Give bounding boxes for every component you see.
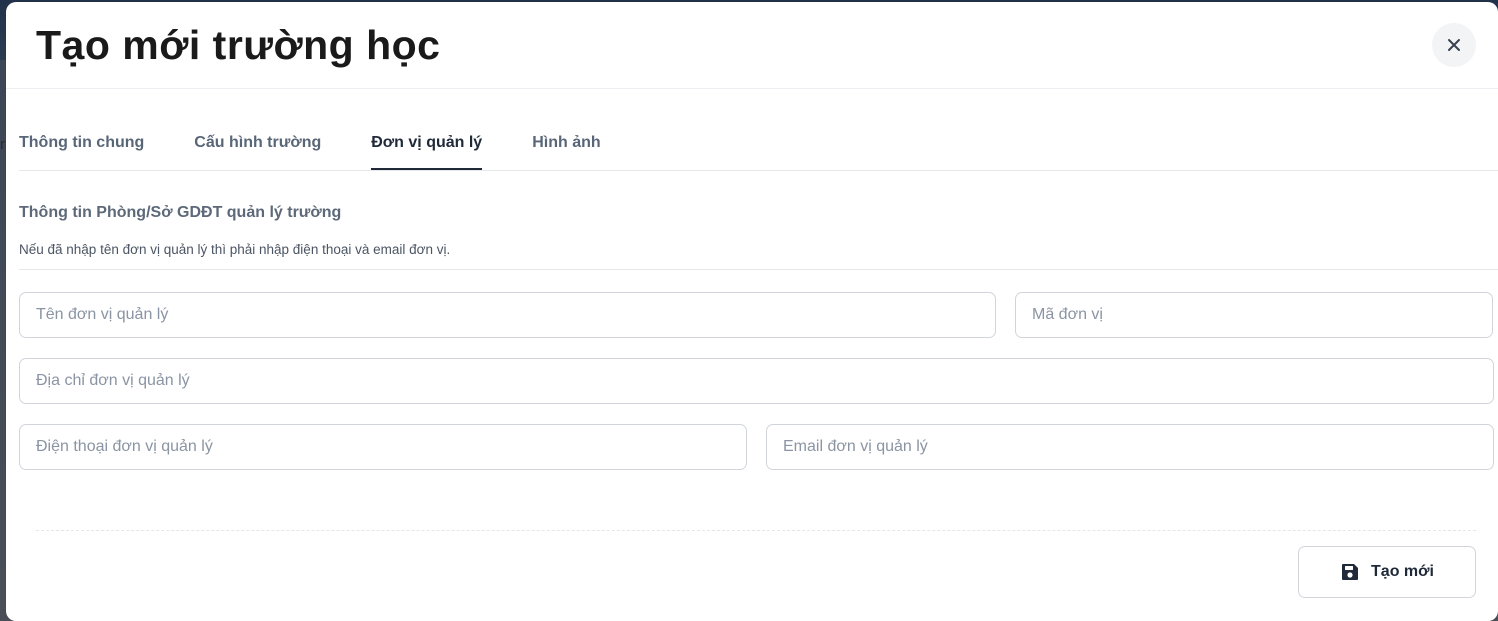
create-button[interactable]: Tạo mới [1298, 546, 1476, 598]
section-title: Thông tin Phòng/Sở GDĐT quản lý trường [19, 204, 342, 221]
unit-phone-input[interactable] [19, 424, 747, 470]
unit-code-input[interactable] [1015, 292, 1493, 338]
tab-images[interactable]: Hình ảnh [532, 126, 600, 170]
section-description: Nếu đã nhập tên đơn vị quản lý thì phải … [19, 242, 451, 257]
tab-school-config[interactable]: Cấu hình trường [194, 126, 321, 170]
section-divider [19, 269, 1498, 270]
modal-title: Tạo mới trường học [36, 22, 441, 68]
tab-bar: Thông tin chung Cấu hình trường Đơn vị q… [19, 126, 1498, 171]
background-text-fragment: r [0, 136, 5, 153]
tab-managing-unit[interactable]: Đơn vị quản lý [371, 126, 483, 170]
close-button[interactable] [1432, 23, 1476, 67]
unit-address-input[interactable] [19, 358, 1494, 404]
create-school-modal: Tạo mới trường học Thông tin chung Cấu h… [6, 2, 1498, 621]
modal-header: Tạo mới trường học [6, 2, 1498, 89]
unit-email-input[interactable] [766, 424, 1494, 470]
close-icon [1447, 38, 1461, 52]
footer-divider [36, 530, 1476, 531]
tab-general-info[interactable]: Thông tin chung [19, 126, 144, 170]
save-icon [1340, 562, 1360, 582]
create-button-label: Tạo mới [1371, 563, 1434, 580]
unit-name-input[interactable] [19, 292, 996, 338]
